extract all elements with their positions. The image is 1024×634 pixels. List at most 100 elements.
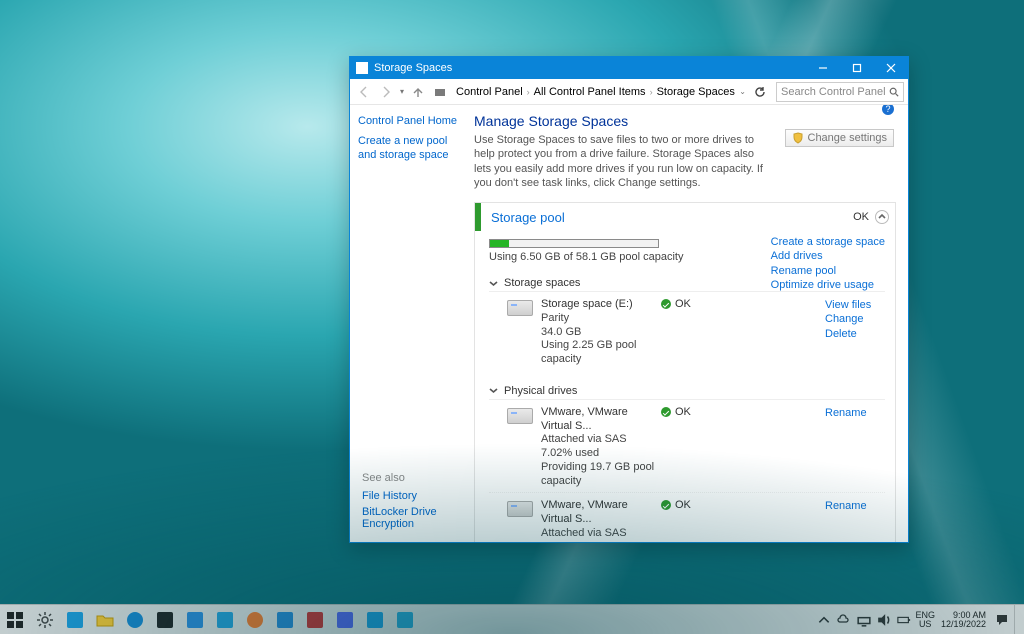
drive-actions: Rename [825,406,885,420]
pool-header[interactable]: Storage pool OK [475,203,895,231]
pool-actions: Create a storage space Add drives Rename… [771,235,885,292]
breadcrumb[interactable]: Control Panel› All Control Panel Items› … [452,86,735,98]
space-type: Parity [541,312,661,326]
taskbar-chat[interactable] [330,605,360,634]
pool-status-bar [475,203,481,231]
maximize-button[interactable] [840,57,874,79]
bitlocker-link[interactable]: BitLocker Drive Encryption [362,506,472,530]
chevron-right-icon: › [650,87,653,97]
section-title: Storage spaces [504,277,580,289]
close-button[interactable] [874,57,908,79]
rename-drive-link[interactable]: Rename [825,499,885,513]
page-heading: Manage Storage Spaces [474,113,896,129]
window-body: Control Panel Home Create a new pool and… [350,105,908,542]
forward-button[interactable] [376,82,396,102]
up-button[interactable] [408,82,428,102]
section-title: Physical drives [504,385,577,397]
storage-space-item: Storage space (E:) Parity 34.0 GB Using … [489,292,885,371]
app-icon [356,62,368,74]
tray-chevron-icon[interactable] [815,605,833,634]
network-icon[interactable] [855,605,873,634]
physical-drives-toggle[interactable]: Physical drives [489,385,885,400]
change-link[interactable]: Change [825,312,885,326]
view-files-link[interactable]: View files [825,298,885,312]
optimize-usage-link[interactable]: Optimize drive usage [771,278,885,292]
storage-pool-card: Storage pool OK Using 6.50 GB of 58.1 GB… [474,202,896,542]
taskbar-azure[interactable] [360,605,390,634]
date: 12/19/2022 [941,620,986,629]
delete-link[interactable]: Delete [825,327,885,341]
add-drives-link[interactable]: Add drives [771,249,885,263]
drive-attach: Attached via SAS [541,433,661,447]
ok-icon [661,299,671,309]
collapse-button[interactable] [875,210,889,224]
pool-status: OK [853,211,869,223]
taskbar-task-view[interactable] [60,605,90,634]
space-info: Storage space (E:) Parity 34.0 GB Using … [541,298,661,367]
status-text: OK [675,499,691,511]
lang-region: US [915,620,935,629]
battery-icon[interactable] [895,605,913,634]
create-pool-link[interactable]: Create a new pool and storage space [358,135,462,163]
clock[interactable]: 9:00 AM 12/19/2022 [937,611,990,629]
address-dropdown-icon[interactable]: ⌄ [737,87,748,96]
taskbar-vscode[interactable] [180,605,210,634]
change-settings-button[interactable]: Change settings [785,129,895,147]
taskbar-file-explorer[interactable] [90,605,120,634]
language-indicator[interactable]: ENG US [915,611,935,629]
drive-name: VMware, VMware Virtual S... [541,499,661,527]
notifications-icon[interactable] [992,605,1012,634]
taskbar-terminal[interactable] [150,605,180,634]
taskbar-start[interactable] [0,605,30,634]
file-history-link[interactable]: File History [362,490,472,502]
drive-info: VMware, VMware Virtual S...Attached via … [541,499,661,542]
onedrive-icon[interactable] [835,605,853,634]
create-space-link[interactable]: Create a storage space [771,235,885,249]
rename-drive-link[interactable]: Rename [825,406,885,420]
space-name: Storage space (E:) [541,298,661,312]
drive-status: OK [661,406,705,418]
taskbar-sandbox[interactable] [390,605,420,634]
taskbar-app-1[interactable] [300,605,330,634]
storage-spaces-window: Storage Spaces ▾ Control Panel › All Cont… [349,56,909,543]
drive-icon [507,408,533,424]
location-icon[interactable] [430,82,450,102]
taskbar-edge[interactable] [120,605,150,634]
search-placeholder: Search Control Panel [781,86,889,98]
ok-icon [661,407,671,417]
taskbar-settings[interactable] [30,605,60,634]
show-desktop-button[interactable] [1014,605,1020,634]
physical-drives-section: Physical drives VMware, VMware Virtual S… [489,385,885,542]
drive-attach: Attached via SAS [541,527,661,541]
back-button[interactable] [354,82,374,102]
status-text: OK [675,406,691,418]
refresh-button[interactable] [750,82,770,102]
change-settings-label: Change settings [808,132,888,144]
drive-icon [507,501,533,517]
rename-pool-link[interactable]: Rename pool [771,264,885,278]
drive-used: 7.02% used [541,447,661,461]
space-size: 34.0 GB [541,326,661,340]
taskbar-photos[interactable] [210,605,240,634]
page-description: Use Storage Spaces to save files to two … [474,133,774,190]
taskbar-mail[interactable] [270,605,300,634]
search-input[interactable]: Search Control Panel [776,82,904,102]
control-panel-home-link[interactable]: Control Panel Home [358,115,462,127]
drive-info: VMware, VMware Virtual S...Attached via … [541,406,661,489]
taskbar[interactable]: ENG US 9:00 AM 12/19/2022 [0,604,1024,634]
minimize-button[interactable] [806,57,840,79]
breadcrumb-item[interactable]: Storage Spaces [657,86,735,98]
chevron-down-icon [489,279,498,288]
breadcrumb-item[interactable]: Control Panel [456,86,523,98]
pool-name: Storage pool [491,210,853,225]
recent-dropdown-icon[interactable]: ▾ [398,87,406,96]
volume-icon[interactable] [875,605,893,634]
drive-name: VMware, VMware Virtual S... [541,406,661,434]
breadcrumb-item[interactable]: All Control Panel Items [534,86,646,98]
chevron-down-icon [489,386,498,395]
titlebar[interactable]: Storage Spaces [350,57,908,79]
space-status: OK [661,298,705,310]
window-title: Storage Spaces [374,62,806,74]
left-nav: Control Panel Home Create a new pool and… [350,105,470,542]
taskbar-firefox[interactable] [240,605,270,634]
